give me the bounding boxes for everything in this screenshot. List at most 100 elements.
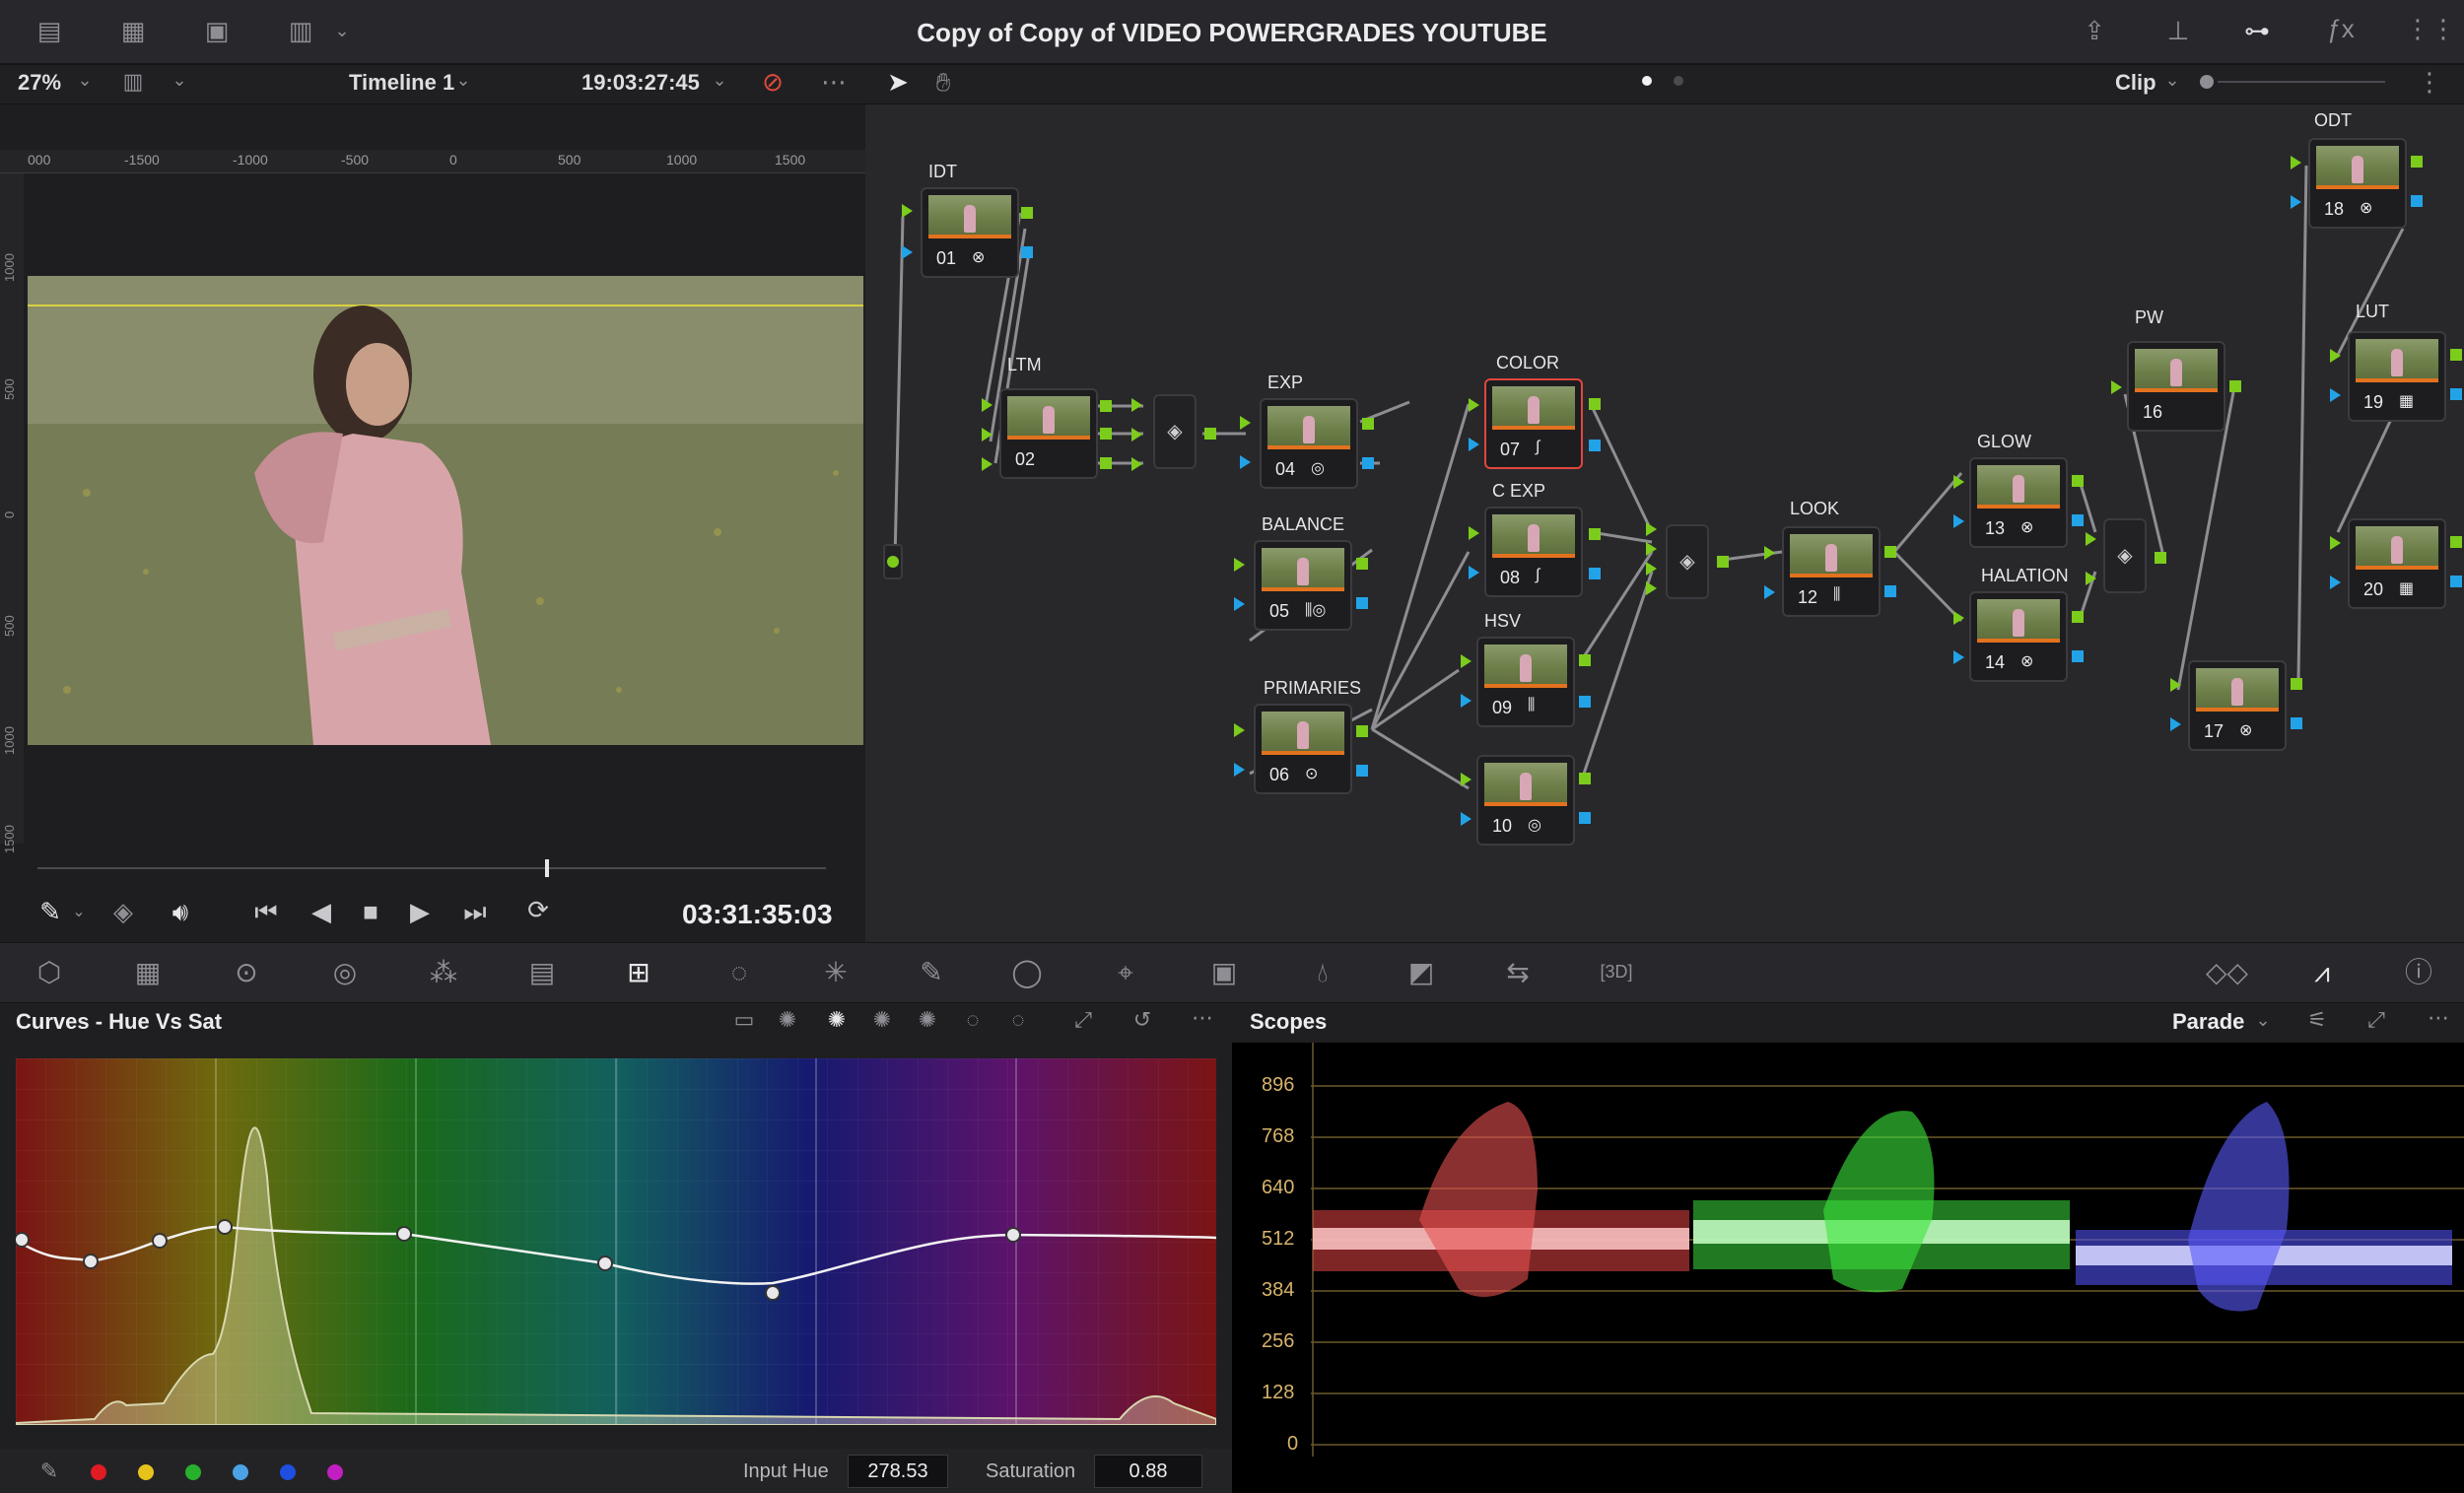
green-swatch[interactable] [185, 1464, 201, 1480]
scrubber-playhead[interactable] [545, 859, 549, 877]
output-pin[interactable] [1579, 696, 1591, 708]
node-10[interactable]: 10 ◎ [1476, 755, 1575, 846]
output-pin[interactable] [2411, 195, 2423, 207]
yellow-swatch[interactable] [138, 1464, 154, 1480]
magenta-swatch[interactable] [327, 1464, 343, 1480]
scope-settings-icon[interactable]: ⚟ [2302, 1009, 2332, 1031]
viewer-mode-icon[interactable]: ▥ [281, 18, 320, 43]
output-pin[interactable] [1884, 585, 1896, 597]
chevron-down-icon[interactable]: ⌄ [451, 71, 475, 89]
gallery-icon[interactable]: ▣ [197, 18, 237, 43]
chevron-down-icon[interactable]: ⌄ [69, 905, 89, 920]
input-pin[interactable] [1646, 562, 1657, 576]
chevron-down-icon[interactable]: ⌄ [330, 22, 354, 39]
input-pin[interactable] [1461, 654, 1472, 668]
more-options-icon[interactable]: ⋯ [1185, 1007, 1220, 1029]
input-pin[interactable] [1469, 526, 1479, 540]
magic-mask-icon[interactable]: ▣ [1204, 959, 1244, 986]
output-pin[interactable] [2450, 349, 2462, 361]
hue-vs-sat-icon[interactable]: ✺ [822, 1009, 852, 1031]
more-options-icon[interactable]: ⋯ [2421, 1007, 2456, 1029]
output-pin[interactable] [1717, 556, 1729, 568]
chevron-down-icon[interactable]: ⌄ [708, 71, 731, 89]
grid-menu-icon[interactable]: ⋮⋮ [2405, 16, 2456, 41]
node-mode-select[interactable]: Clip [2115, 70, 2156, 96]
blue-swatch[interactable] [280, 1464, 296, 1480]
scope-mode-select[interactable]: Parade [2172, 1009, 2244, 1035]
input-pin[interactable] [1131, 457, 1142, 471]
source-node[interactable] [883, 544, 903, 579]
input-pin[interactable] [1461, 694, 1472, 708]
pointer-tool-icon[interactable]: ➤ [883, 69, 913, 95]
color-wheels-icon[interactable]: ⊙ [227, 959, 266, 986]
input-pin[interactable] [1240, 455, 1251, 469]
scopes-icon[interactable]: ⩘ [2302, 959, 2342, 986]
qualifier-icon[interactable]: ✳ [816, 959, 856, 986]
input-pin[interactable] [2111, 380, 2122, 394]
output-pin[interactable] [887, 556, 899, 568]
chevron-down-icon[interactable]: ⌄ [168, 71, 191, 89]
expand-icon[interactable]: ⤢ [1068, 1009, 1098, 1031]
input-hue-field[interactable]: 278.53 [848, 1455, 948, 1488]
export-icon[interactable]: ⇪ [2075, 18, 2114, 43]
node-12[interactable]: 12 ⫼ [1782, 526, 1881, 617]
rgb-mixer-icon[interactable]: ⁂ [424, 959, 463, 986]
volume-icon[interactable]: 🔊︎ [164, 899, 197, 924]
cyan-swatch[interactable] [233, 1464, 248, 1480]
input-pin[interactable] [2086, 532, 2096, 546]
input-pin[interactable] [1953, 475, 1964, 489]
node-17[interactable]: 17 ⊗ [2188, 660, 2287, 751]
node-05[interactable]: 05 ⫼◎ [1254, 540, 1352, 631]
skip-last-icon[interactable]: ⏭︎ [455, 899, 495, 924]
output-pin[interactable] [1362, 418, 1374, 430]
output-pin[interactable] [2291, 678, 2302, 690]
viewer-image[interactable] [28, 276, 863, 745]
color-match-icon[interactable]: ▦ [128, 959, 168, 986]
input-pin[interactable] [2170, 678, 2181, 692]
page-dot[interactable] [1674, 76, 1683, 86]
input-pin[interactable] [1234, 763, 1245, 777]
input-pin[interactable] [1131, 428, 1142, 441]
input-pin[interactable] [2086, 572, 2096, 585]
input-pin[interactable] [2291, 195, 2301, 209]
zoom-level[interactable]: 27% [18, 70, 61, 96]
input-pin[interactable] [1764, 585, 1775, 599]
input-pin[interactable] [2330, 388, 2341, 402]
chevron-down-icon[interactable]: ⌄ [2251, 1011, 2275, 1029]
reset-icon[interactable]: ↺ [1128, 1009, 1157, 1031]
output-pin[interactable] [1204, 428, 1216, 440]
timeline-name[interactable]: Timeline 1 [349, 70, 454, 96]
layer-mixer-node[interactable]: ◈ [1666, 524, 1709, 599]
expand-icon[interactable]: ⤢ [2361, 1009, 2391, 1031]
input-pin[interactable] [2170, 717, 2181, 731]
input-pin[interactable] [2291, 156, 2301, 170]
output-pin[interactable] [1362, 457, 1374, 469]
output-pin[interactable] [1589, 398, 1601, 410]
input-pin[interactable] [1646, 581, 1657, 595]
input-pin[interactable] [1131, 398, 1142, 412]
input-pin[interactable] [1234, 558, 1245, 572]
eyedropper-icon[interactable]: ✎ [35, 1460, 63, 1482]
blur-icon[interactable]: 💧︎ [1303, 959, 1342, 986]
node-07-selected[interactable]: 07 ∫ [1484, 378, 1583, 469]
sizing-icon[interactable]: ⇆ [1498, 959, 1538, 986]
output-pin[interactable] [2072, 611, 2084, 623]
saturation-field[interactable]: 0.88 [1094, 1455, 1202, 1488]
input-pin[interactable] [1953, 650, 1964, 664]
eyedropper-qualifier-icon[interactable]: ✎ [912, 959, 951, 986]
chevron-down-icon[interactable]: ⌄ [2160, 71, 2184, 89]
output-pin[interactable] [2072, 650, 2084, 662]
output-pin[interactable] [2229, 380, 2241, 392]
output-pin[interactable] [1356, 597, 1368, 609]
input-pin[interactable] [982, 398, 992, 412]
input-pin[interactable] [2330, 576, 2341, 589]
layer-mixer-node[interactable]: ◈ [2103, 518, 2147, 593]
output-pin[interactable] [2072, 475, 2084, 487]
output-pin[interactable] [1356, 725, 1368, 737]
input-pin[interactable] [1469, 566, 1479, 579]
info-icon[interactable]: ⓘ [2399, 959, 2438, 986]
output-pin[interactable] [1021, 246, 1033, 258]
stop-icon[interactable]: ■ [353, 899, 388, 924]
effects-fx-icon[interactable]: ƒx [2321, 16, 2361, 41]
input-pin[interactable] [1240, 416, 1251, 430]
